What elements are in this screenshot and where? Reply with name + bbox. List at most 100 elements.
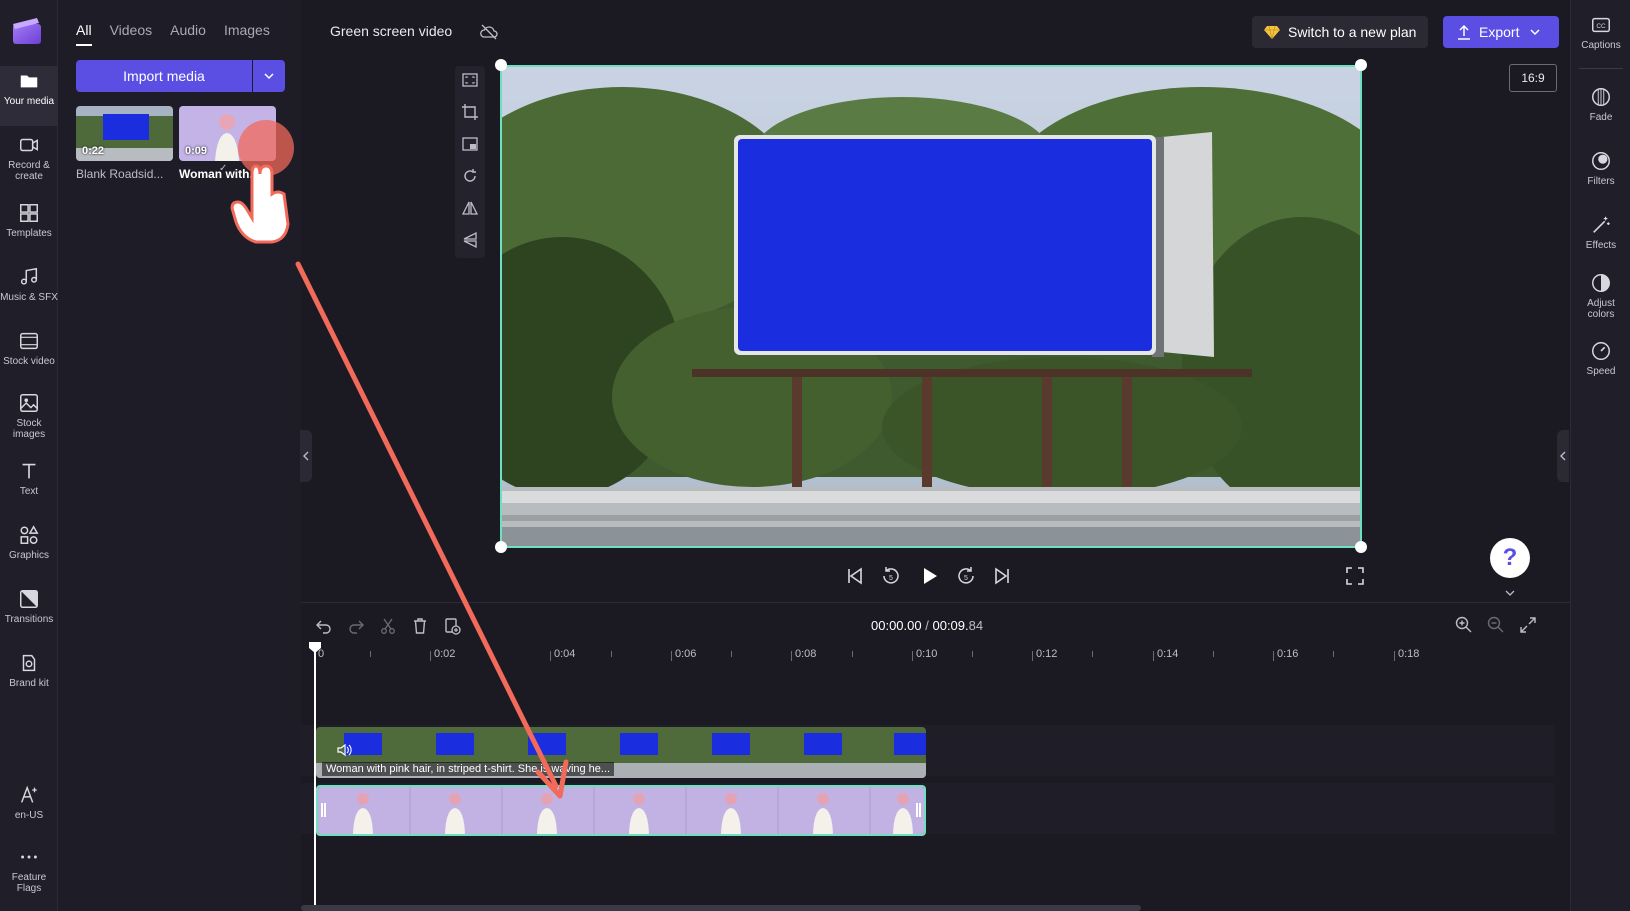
fit-icon[interactable]: [460, 70, 480, 90]
add-to-timeline-icon[interactable]: [443, 617, 461, 635]
resize-handle[interactable]: [1355, 59, 1367, 71]
timeline-ruler[interactable]: 0 0:02 0:04 0:06 0:08 0:10 0:12 0:14 0:1…: [301, 643, 1555, 665]
prop-adjust-colors[interactable]: Adjust colors: [1571, 272, 1630, 320]
camera-icon: [20, 138, 38, 152]
nav-your-media[interactable]: Your media: [0, 66, 58, 126]
prop-captions[interactable]: CC Captions: [1571, 14, 1630, 51]
picture-in-picture-icon[interactable]: [460, 134, 480, 154]
ruler-tick: [430, 651, 431, 661]
timeline-scrollbar[interactable]: [301, 905, 1141, 911]
help-button[interactable]: ?: [1490, 538, 1530, 578]
import-dropdown-button[interactable]: [253, 60, 285, 92]
nav-text[interactable]: Text: [0, 456, 58, 516]
tab-audio[interactable]: Audio: [170, 22, 206, 46]
export-label: Export: [1479, 24, 1520, 40]
effects-icon: [1593, 216, 1610, 233]
project-title[interactable]: Green screen video: [330, 23, 452, 39]
media-tabs: All Videos Audio Images: [76, 22, 270, 46]
ruler-tick: [671, 651, 672, 661]
play-icon[interactable]: [917, 564, 941, 588]
playhead[interactable]: [314, 643, 316, 911]
aspect-ratio-button[interactable]: 16:9: [1509, 64, 1557, 92]
video-preview[interactable]: [500, 65, 1362, 548]
collapse-media-panel-button[interactable]: [300, 430, 312, 482]
prop-effects[interactable]: Effects: [1571, 214, 1630, 251]
forward-5s-icon[interactable]: 5: [954, 564, 978, 588]
trash-icon[interactable]: [411, 617, 429, 635]
billboard-clip[interactable]: Woman with pink hair, in striped t-shirt…: [316, 727, 926, 778]
import-media-button[interactable]: Import media: [76, 60, 252, 92]
nav-language[interactable]: en-US: [0, 780, 58, 840]
fade-icon: [1592, 88, 1610, 106]
ruler-tick: [912, 651, 913, 661]
nav-feature-flags[interactable]: Feature Flags: [0, 842, 58, 902]
video-frame: [502, 67, 1360, 546]
diamond-icon: [1264, 25, 1280, 39]
ruler-tick: [1092, 651, 1093, 657]
playhead-marker[interactable]: [308, 641, 322, 653]
export-button[interactable]: Export: [1443, 16, 1559, 48]
collapse-properties-button[interactable]: [1557, 430, 1569, 482]
current-time: 00:00.00: [871, 618, 922, 633]
divider: [1579, 68, 1623, 69]
nav-stock-video[interactable]: Stock video: [0, 326, 58, 386]
prop-fade[interactable]: Fade: [1571, 86, 1630, 123]
trim-handle-left[interactable]: [321, 803, 326, 817]
text-icon: [22, 463, 36, 479]
ruler-label: 0:16: [1277, 648, 1299, 660]
rewind-5s-icon[interactable]: 5: [879, 564, 903, 588]
nav-record-create[interactable]: Record & create: [0, 130, 58, 190]
volume-icon[interactable]: [336, 743, 352, 757]
ruler-label: 0:14: [1157, 648, 1179, 660]
chevron-left-icon: [1560, 451, 1566, 461]
media-item-label: Blank Roadsid...: [76, 167, 164, 181]
ruler-label: 0:04: [554, 648, 576, 660]
zoom-out-icon[interactable]: [1486, 615, 1506, 635]
prop-filters[interactable]: Filters: [1571, 150, 1630, 187]
prop-label: Fade: [1589, 112, 1613, 123]
tab-videos[interactable]: Videos: [110, 22, 153, 46]
ruler-label: 0:08: [795, 648, 817, 660]
fullscreen-icon[interactable]: [1343, 564, 1367, 588]
redo-icon[interactable]: [347, 617, 365, 635]
switch-plan-label: Switch to a new plan: [1288, 24, 1417, 40]
flip-vertical-icon[interactable]: [460, 230, 480, 250]
prop-speed[interactable]: Speed: [1571, 340, 1630, 377]
media-duration: 0:22: [82, 145, 105, 157]
prop-label: Adjust colors: [1587, 298, 1615, 320]
skip-to-start-icon[interactable]: [843, 564, 867, 588]
scissors-icon[interactable]: [379, 617, 397, 635]
chevron-down-icon[interactable]: [1503, 588, 1517, 598]
flip-horizontal-icon[interactable]: [460, 198, 480, 218]
media-item-woman[interactable]: 0:09: [179, 106, 276, 161]
ruler-tick: [1153, 651, 1154, 661]
woman-clip[interactable]: [316, 785, 926, 836]
trim-handle-right[interactable]: [916, 803, 921, 817]
nav-transitions[interactable]: Transitions: [0, 584, 58, 644]
media-item-roadside[interactable]: 0:22: [76, 106, 173, 161]
ruler-tick: [731, 651, 732, 657]
crop-icon[interactable]: [460, 102, 480, 122]
fit-timeline-icon[interactable]: [1518, 615, 1538, 635]
nav-stock-images[interactable]: Stock images: [0, 388, 58, 448]
switch-plan-button[interactable]: Switch to a new plan: [1252, 16, 1428, 48]
nav-templates[interactable]: Templates: [0, 198, 58, 258]
properties-rail: CC Captions Fade Filters Effects Adjust …: [1570, 0, 1630, 911]
nav-label: Stock images: [12, 418, 46, 440]
resize-handle[interactable]: [495, 59, 507, 71]
tab-all[interactable]: All: [76, 22, 92, 46]
undo-icon[interactable]: [315, 617, 333, 635]
nav-label: Graphics: [8, 550, 49, 561]
shapes-icon: [20, 525, 39, 544]
skip-to-end-icon[interactable]: [990, 564, 1014, 588]
nav-label: Stock video: [3, 356, 55, 367]
nav-music-sfx[interactable]: Music & SFX: [0, 262, 58, 322]
total-time-fraction: 84: [968, 618, 984, 633]
nav-graphics[interactable]: Graphics: [0, 520, 58, 580]
tab-images[interactable]: Images: [224, 22, 270, 46]
resize-handle[interactable]: [1355, 541, 1367, 553]
nav-brand-kit[interactable]: Brand kit: [0, 648, 58, 708]
rotate-icon[interactable]: [460, 166, 480, 186]
resize-handle[interactable]: [495, 541, 507, 553]
zoom-in-icon[interactable]: [1454, 615, 1474, 635]
